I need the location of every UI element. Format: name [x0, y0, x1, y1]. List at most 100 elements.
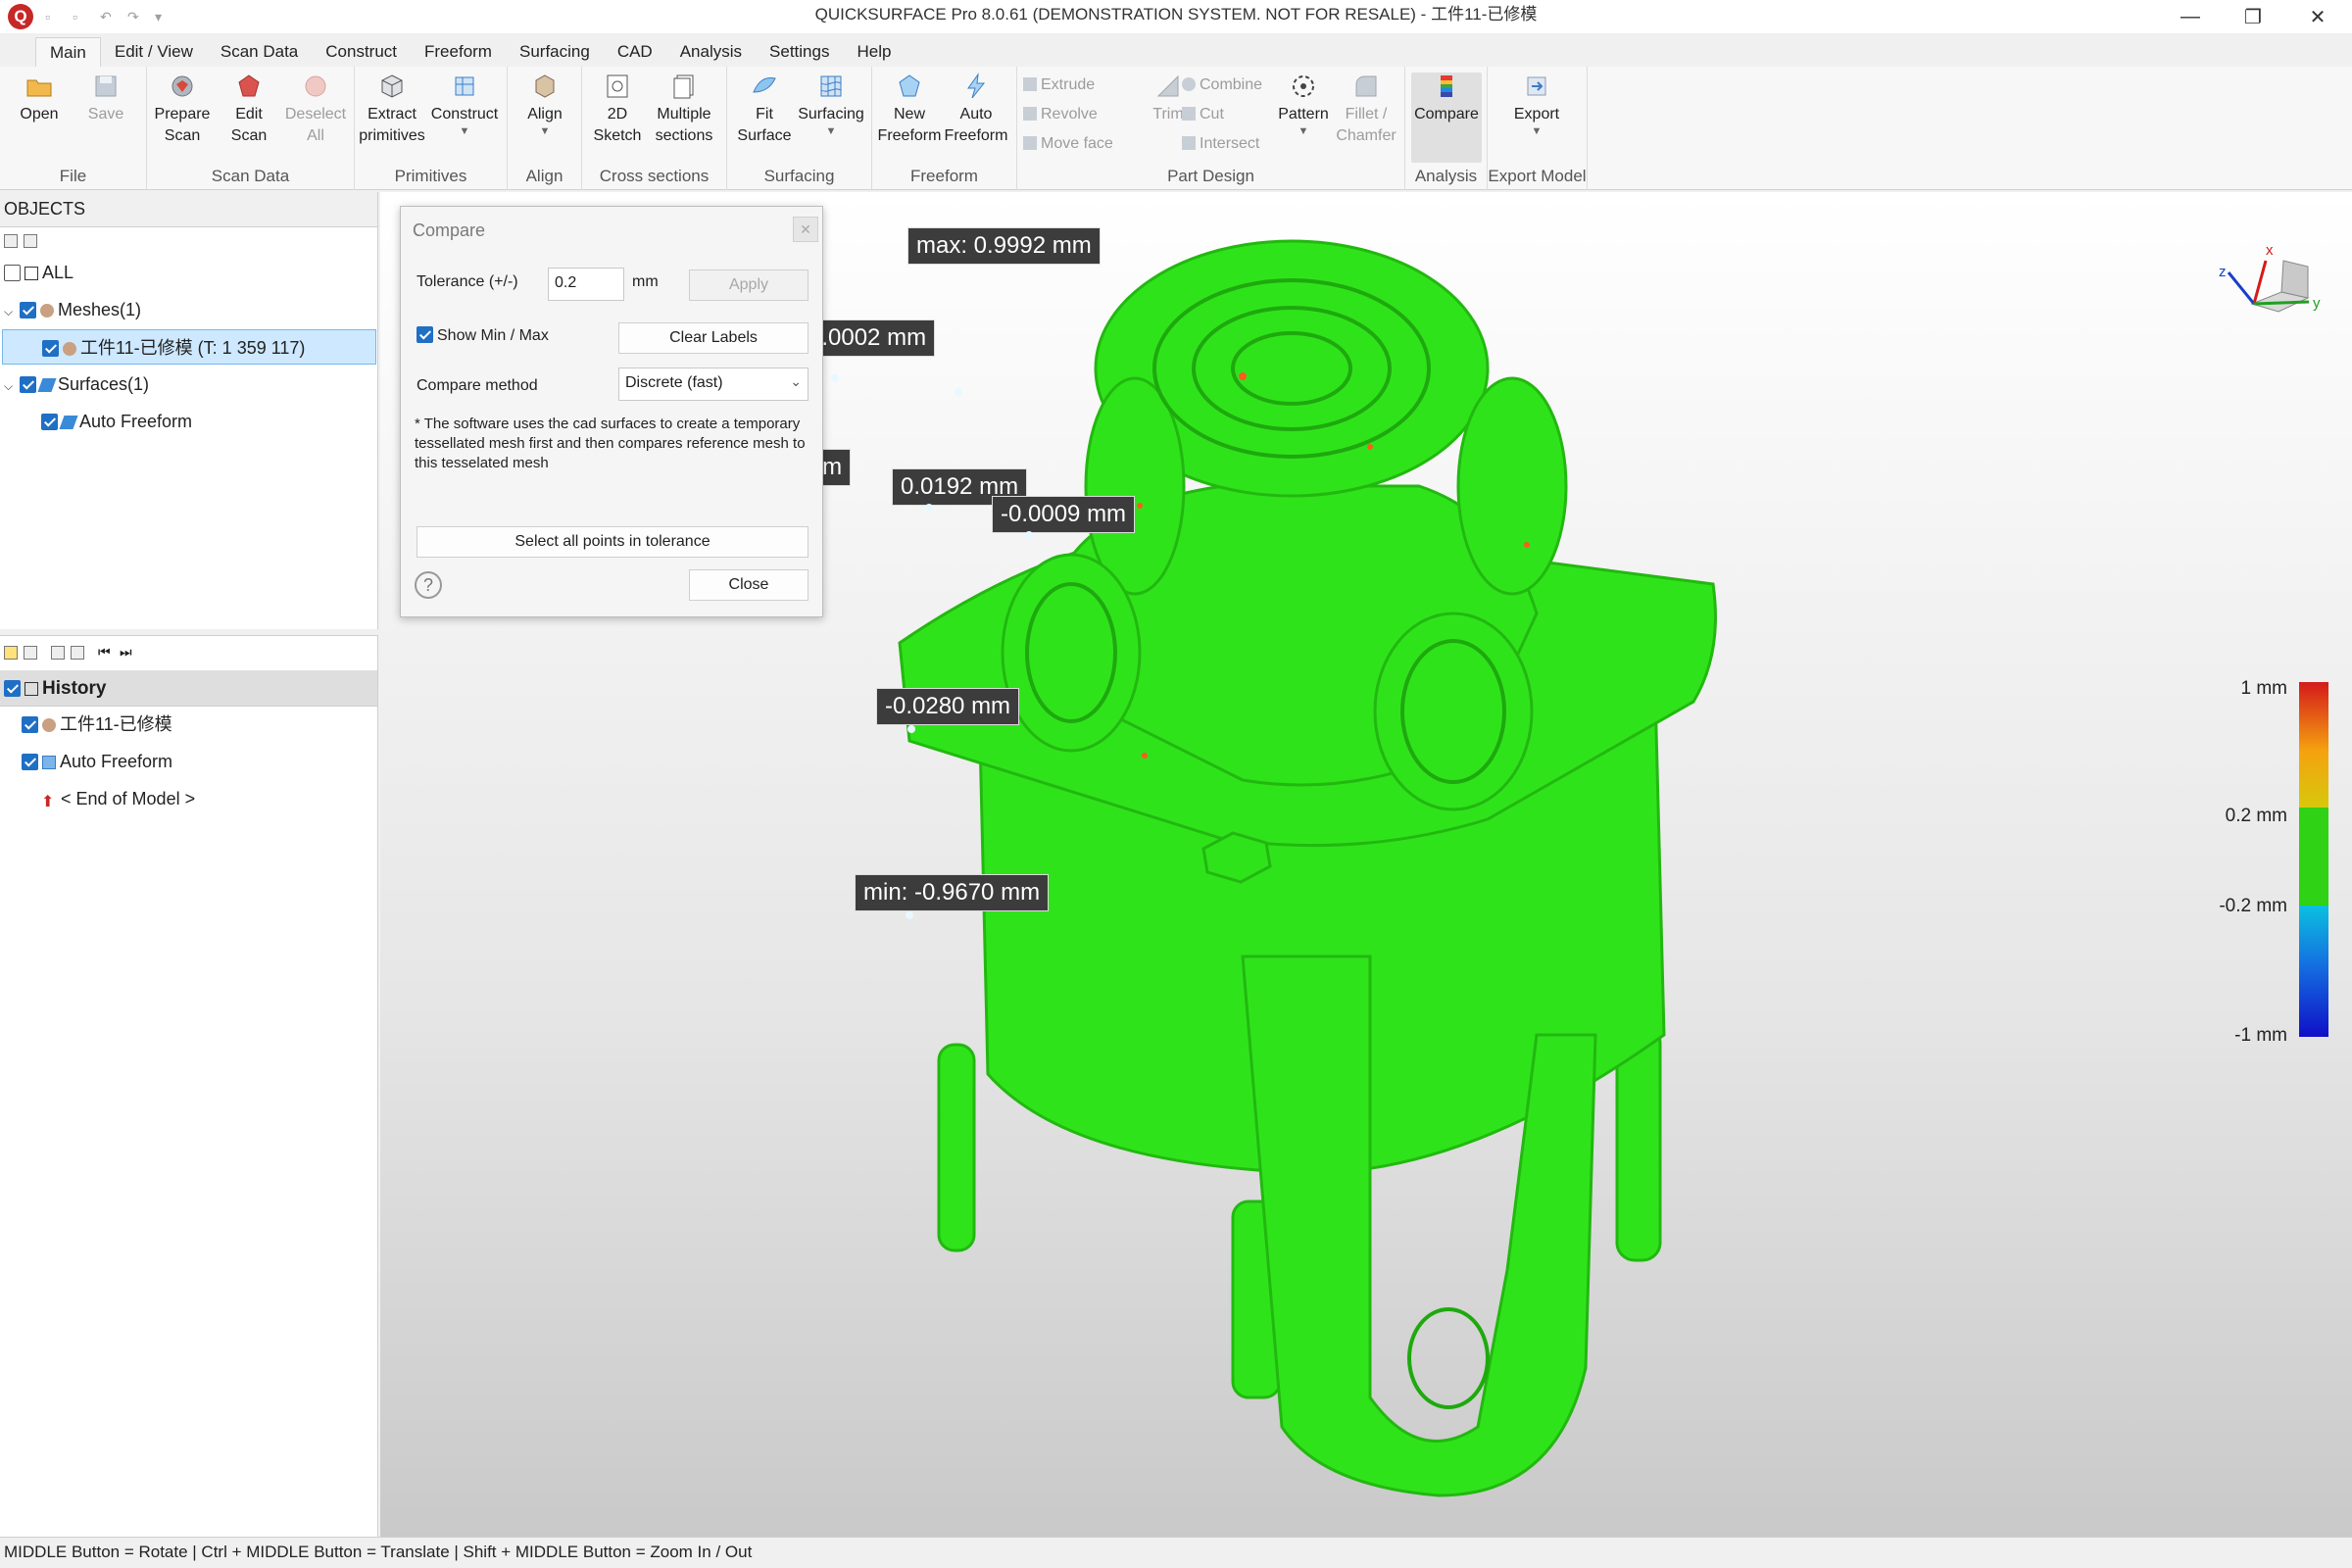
max-deviation-label[interactable]: max: 0.9992 mm [907, 227, 1101, 265]
all-list-icon [24, 267, 38, 280]
close-window-button[interactable]: ✕ [2289, 0, 2346, 33]
analysis-group-label: Analysis [1414, 167, 1478, 185]
history-freeform-checkbox[interactable] [22, 754, 38, 770]
history-list-icon[interactable] [4, 646, 18, 660]
history-checkbox[interactable] [4, 680, 21, 697]
tab-surfacing[interactable]: Surfacing [506, 37, 604, 67]
apply-button[interactable]: Apply [689, 270, 808, 301]
combine-label: Combine [1200, 76, 1263, 93]
extrude-button[interactable]: Extrude [1023, 73, 1095, 98]
tolerance-label: Tolerance (+/-) [416, 273, 518, 290]
history-first-icon[interactable]: ⏮ [98, 644, 111, 661]
tab-help[interactable]: Help [843, 37, 905, 67]
history-filter-icon[interactable] [71, 646, 84, 660]
compare-button[interactable]: Compare [1411, 73, 1482, 163]
history-expand-icon[interactable] [51, 646, 65, 660]
surfaces-expander-icon[interactable]: ⌵ [4, 368, 20, 404]
auto-freeform-button[interactable]: Auto Freeform [941, 73, 1011, 147]
tolerance-input[interactable]: 0.2 [548, 268, 624, 301]
history-mesh-icon [42, 718, 56, 732]
deviation-label-right[interactable]: -0.0009 mm [992, 496, 1136, 533]
surfaces-checkbox[interactable] [20, 376, 36, 393]
expand-all-icon[interactable] [4, 234, 18, 248]
tree-row-all[interactable]: ALL [4, 255, 74, 290]
min-deviation-label[interactable]: min: -0.9670 mm [855, 874, 1050, 911]
fit-surface-button[interactable]: Fit Surface [729, 73, 800, 147]
compare-icon [1441, 75, 1452, 97]
primitives-group-label: Primitives [394, 167, 467, 185]
tab-edit-view[interactable]: Edit / View [101, 37, 207, 67]
show-minmax-checkbox[interactable]: Show Min / Max [416, 326, 549, 345]
surface-item-icon [59, 416, 78, 429]
align-button[interactable]: Align ▼ [510, 73, 580, 137]
dialog-close-icon[interactable]: ✕ [793, 217, 818, 242]
save-button[interactable]: Save [71, 73, 141, 125]
redo-icon[interactable]: ↷ [127, 10, 143, 24]
tree-row-surface-item[interactable]: Auto Freeform [41, 404, 192, 439]
construct-button[interactable]: Construct ▼ [429, 73, 500, 137]
tree-row-meshes[interactable]: ⌵ Meshes(1) [4, 292, 141, 327]
surfaces-label: Surfaces(1) [58, 374, 150, 394]
pattern-button[interactable]: Pattern ▼ [1268, 73, 1339, 137]
2d-sketch-button[interactable]: 2D Sketch [582, 73, 653, 147]
combine-button[interactable]: Combine [1182, 73, 1262, 98]
construct-label: Construct [430, 106, 499, 122]
fillet-chamfer-button[interactable]: Fillet / Chamfer [1331, 73, 1401, 147]
multiple-sections-button[interactable]: Multiple sections [649, 73, 719, 147]
quick-file-icon[interactable]: ▫ [73, 10, 88, 24]
restore-button[interactable]: ❐ [2225, 0, 2281, 33]
filter-icon[interactable] [24, 234, 37, 248]
undo-icon[interactable]: ↶ [100, 10, 116, 24]
axis-triad[interactable]: z x y [2215, 233, 2332, 341]
compare-method-select[interactable]: Discrete (fast) ⌄ [618, 368, 808, 401]
minimize-button[interactable]: — [2162, 0, 2219, 33]
move-face-button[interactable]: Move face [1023, 131, 1113, 157]
deselect-all-button[interactable]: Deselect All [280, 73, 351, 147]
quick-access-menu-icon[interactable]: ▾ [155, 10, 171, 24]
cut-button[interactable]: Cut [1182, 102, 1224, 127]
tab-scan-data[interactable]: Scan Data [207, 37, 312, 67]
intersect-button[interactable]: Intersect [1182, 131, 1259, 157]
pattern-dropdown-icon: ▼ [1298, 125, 1309, 137]
meshes-expander-icon[interactable]: ⌵ [4, 294, 20, 329]
mesh-item-checkbox[interactable] [42, 340, 59, 357]
select-all-in-tolerance-button[interactable]: Select all points in tolerance [416, 526, 808, 558]
revolve-button[interactable]: Revolve [1023, 102, 1098, 127]
history-item-end-of-model[interactable]: ⬆ < End of Model > [41, 781, 195, 816]
ribbon-group-export: Export ▼ Export Model [1488, 67, 1588, 190]
clear-labels-button[interactable]: Clear Labels [618, 322, 808, 354]
fillet-icon [1355, 75, 1377, 97]
prepare-scan-button[interactable]: Prepare Scan [147, 73, 218, 147]
history-mesh-checkbox[interactable] [22, 716, 38, 733]
cross-sections-group-label: Cross sections [599, 167, 710, 185]
meshes-checkbox[interactable] [20, 302, 36, 318]
new-freeform-button[interactable]: New Freeform [874, 73, 945, 147]
align-icon [535, 74, 555, 98]
all-checkbox[interactable] [4, 265, 21, 281]
tab-analysis[interactable]: Analysis [666, 37, 756, 67]
tab-freeform[interactable]: Freeform [411, 37, 506, 67]
tab-cad[interactable]: CAD [604, 37, 666, 67]
tab-main[interactable]: Main [35, 37, 101, 67]
export-button[interactable]: Export ▼ [1501, 73, 1572, 137]
history-item-auto-freeform[interactable]: Auto Freeform [22, 744, 172, 779]
quick-save-icon[interactable]: ▫ [45, 10, 61, 24]
prepare-scan-label-2: Scan [164, 127, 201, 144]
tree-row-mesh-item[interactable]: 工件11-已修模 (T: 1 359 117) [2, 329, 376, 365]
history-item-mesh[interactable]: 工件11-已修模 [22, 707, 172, 742]
app-logo-icon[interactable]: Q [8, 4, 33, 29]
extract-primitives-button[interactable]: Extract primitives [357, 73, 427, 147]
close-dialog-button[interactable]: Close [689, 569, 808, 601]
history-last-icon[interactable]: ⏭ [120, 644, 132, 661]
tree-row-surfaces[interactable]: ⌵ Surfaces(1) [4, 367, 149, 402]
deviation-label-lower[interactable]: -0.0280 mm [876, 688, 1020, 725]
surface-item-checkbox[interactable] [41, 414, 58, 430]
open-button[interactable]: Open [4, 73, 74, 125]
help-icon[interactable]: ? [415, 571, 442, 599]
tab-construct[interactable]: Construct [312, 37, 411, 67]
history-tree-icon[interactable] [24, 646, 37, 660]
deviation-color-scale [2299, 682, 2328, 1037]
edit-scan-button[interactable]: Edit Scan [214, 73, 284, 147]
tab-settings[interactable]: Settings [756, 37, 843, 67]
surfacing-button[interactable]: Surfacing ▼ [796, 73, 866, 137]
